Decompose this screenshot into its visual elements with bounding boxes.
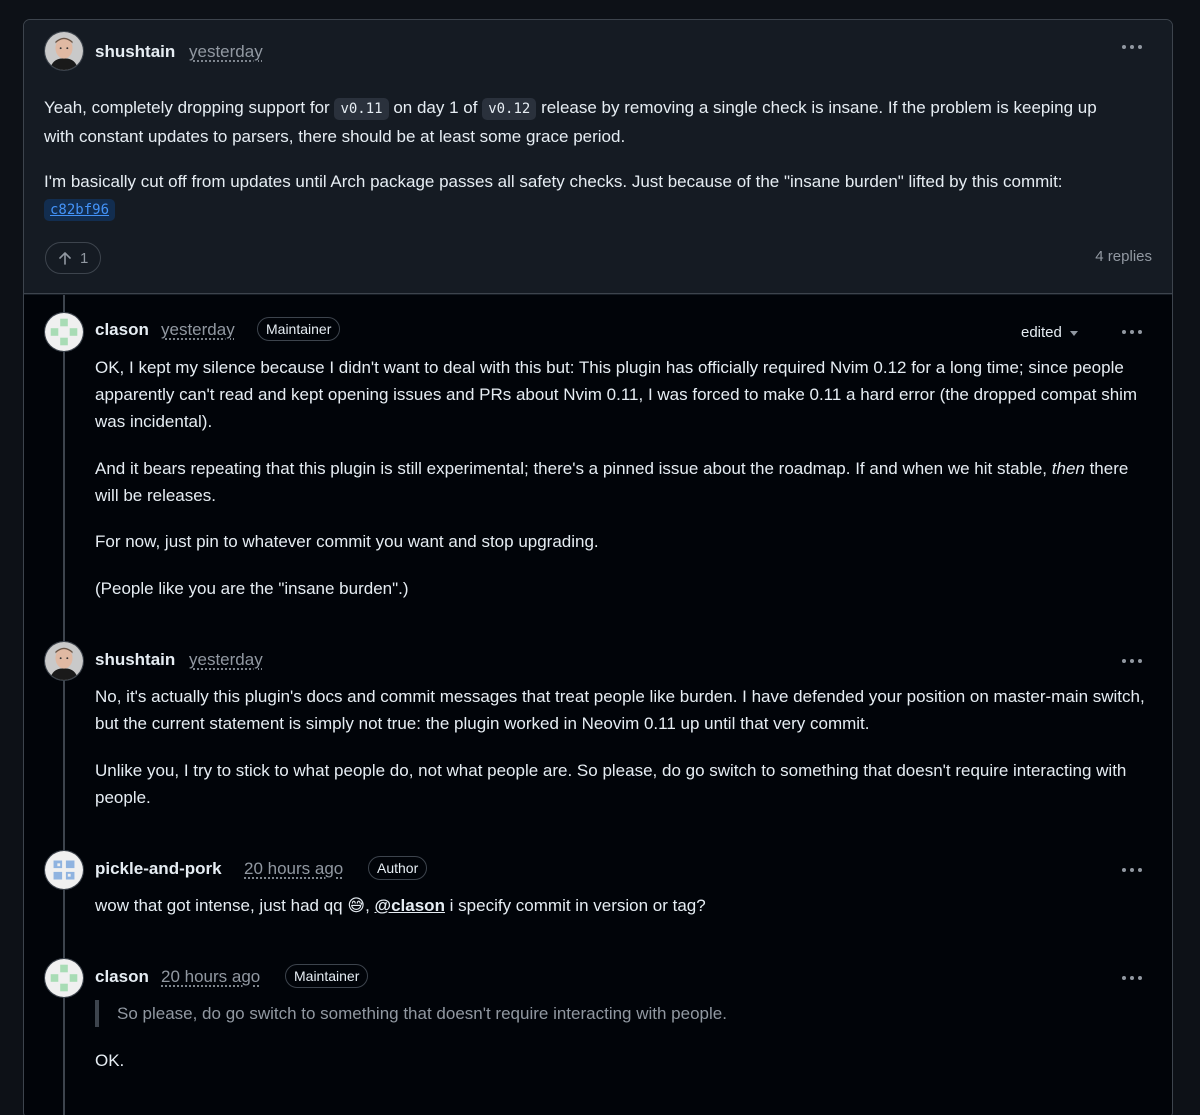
text-span: And it bears repeating that this plugin … xyxy=(95,459,1052,478)
avatar-shushtain[interactable] xyxy=(44,641,84,681)
replies-count: 4 replies xyxy=(1095,248,1152,265)
arrow-up-icon xyxy=(59,252,71,265)
more-options-icon[interactable] xyxy=(1120,862,1146,878)
inline-code: v0.11 xyxy=(334,98,389,120)
reply-paragraph: No, it's actually this plugin's docs and… xyxy=(95,687,1145,733)
caret-down-icon xyxy=(1069,330,1078,336)
more-options-icon[interactable] xyxy=(1120,970,1146,986)
author-badge: Author xyxy=(368,856,428,880)
text-span: I'm basically cut off from updates until… xyxy=(44,172,1063,191)
emphasis-text: then xyxy=(1051,459,1085,478)
reply-paragraph: For now, just pin to whatever commit you… xyxy=(95,532,599,551)
comment-timestamp[interactable]: yesterday xyxy=(189,42,263,62)
avatar-pickle-and-pork[interactable] xyxy=(44,850,84,890)
comment-paragraph: Yeah, completely dropping support for v0… xyxy=(44,94,1114,150)
avatar-clason[interactable] xyxy=(44,958,84,998)
replies-section: clason yesterday Maintainer edited OK, I… xyxy=(24,295,1172,1115)
identicon-icon xyxy=(45,313,83,351)
reply-paragraph: wow that got intense, just had qq 😅, @cl… xyxy=(95,892,1155,920)
comment-author[interactable]: shushtain xyxy=(95,42,175,62)
reply-timestamp[interactable]: 20 hours ago xyxy=(161,967,260,987)
discussion-thread: shushtain yesterday Yeah, completely dro… xyxy=(23,19,1173,1115)
avatar-photo-icon xyxy=(45,32,83,70)
commit-link[interactable]: c82bf96 xyxy=(44,199,116,221)
identicon-icon xyxy=(45,851,83,889)
comment-paragraph: I'm basically cut off from updates until… xyxy=(44,168,1114,224)
user-mention-link[interactable]: @clason xyxy=(375,896,445,915)
reply-paragraph: OK, I kept my silence because I didn't w… xyxy=(95,358,1138,431)
top-comment: shushtain yesterday Yeah, completely dro… xyxy=(24,20,1172,294)
text-span: wow that got intense, just had qq xyxy=(95,896,348,915)
commit-hash: c82bf96 xyxy=(44,199,116,221)
avatar-photo-icon xyxy=(45,642,83,680)
reply-timestamp[interactable]: 20 hours ago xyxy=(244,859,343,879)
edited-dropdown[interactable]: edited xyxy=(1021,324,1078,341)
more-options-icon[interactable] xyxy=(1120,653,1146,669)
more-options-icon[interactable] xyxy=(1120,39,1146,55)
reply-paragraph: And it bears repeating that this plugin … xyxy=(95,455,1155,509)
reply-paragraph: Unlike you, I try to stick to what peopl… xyxy=(95,761,1127,807)
reply-paragraph: (People like you are the "insane burden"… xyxy=(95,579,409,598)
edited-label: edited xyxy=(1021,324,1062,341)
reply-author[interactable]: pickle-and-pork xyxy=(95,859,222,879)
sweat-smile-emoji: 😅 xyxy=(347,896,366,916)
maintainer-badge: Maintainer xyxy=(257,317,341,341)
reply-paragraph: OK. xyxy=(95,1051,125,1070)
reply-author[interactable]: clason xyxy=(95,967,149,987)
upvote-button[interactable]: 1 xyxy=(45,242,102,274)
maintainer-badge: Maintainer xyxy=(285,964,369,988)
more-options-icon[interactable] xyxy=(1120,324,1146,340)
identicon-icon xyxy=(45,959,83,997)
reply-author[interactable]: clason xyxy=(95,320,149,340)
avatar-clason[interactable] xyxy=(44,312,84,352)
reply-author[interactable]: shushtain xyxy=(95,650,175,670)
reply-timestamp[interactable]: yesterday xyxy=(161,320,235,340)
text-span: , xyxy=(365,896,375,915)
reply-timestamp[interactable]: yesterday xyxy=(189,650,263,670)
upvote-count: 1 xyxy=(80,249,89,267)
text-span: Yeah, completely dropping support for xyxy=(44,98,335,117)
avatar-shushtain[interactable] xyxy=(44,31,84,71)
text-span: on day 1 of xyxy=(388,98,483,117)
blockquote: So please, do go switch to something tha… xyxy=(95,1000,727,1027)
inline-code: v0.12 xyxy=(482,98,537,120)
text-span: i specify commit in version or tag? xyxy=(444,896,706,915)
